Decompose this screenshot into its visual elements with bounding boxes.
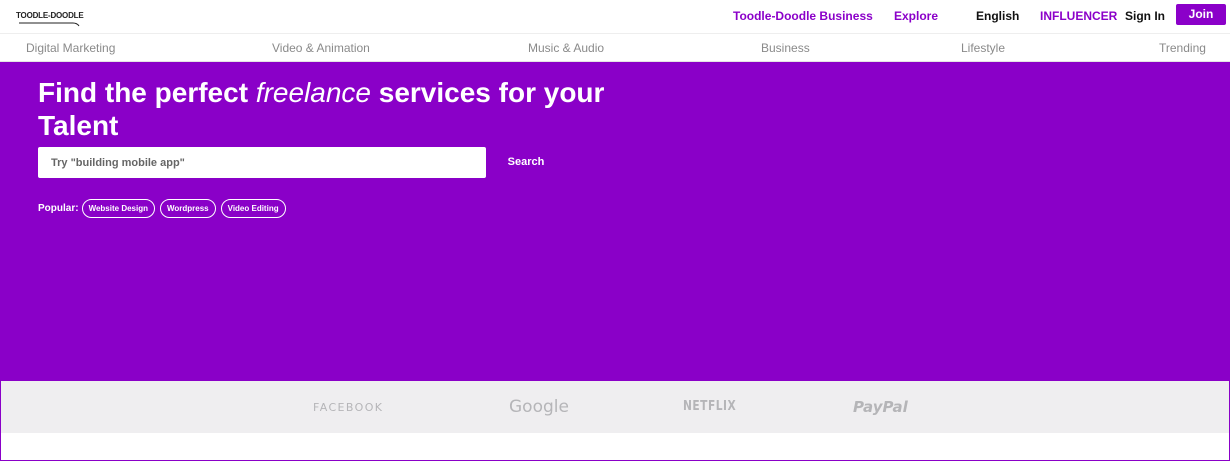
- google-logo: Google: [509, 397, 569, 417]
- popular-tag-video-editing[interactable]: Video Editing: [220, 199, 286, 218]
- hero-title-emphasis: freelance: [255, 77, 371, 108]
- popular-label: Popular:: [38, 203, 79, 214]
- facebook-logo: FACEBOOK: [313, 401, 384, 414]
- popular-tag-wordpress[interactable]: Wordpress: [159, 199, 216, 218]
- hero-section: Find the perfect freelance services for …: [1, 62, 1229, 381]
- nav-language-link[interactable]: English: [976, 9, 1019, 23]
- nav-influencer-link[interactable]: INFLUENCER: [1040, 9, 1117, 23]
- logo-swoosh-icon: [19, 22, 80, 27]
- join-button[interactable]: Join: [1176, 4, 1226, 25]
- site-logo[interactable]: TOODLE-DOODLE: [16, 11, 84, 20]
- category-lifestyle[interactable]: Lifestyle: [961, 41, 1005, 55]
- nav-business-link[interactable]: Toodle-Doodle Business: [733, 9, 873, 23]
- paypal-logo: PayPal: [853, 398, 908, 416]
- category-trending[interactable]: Trending: [1159, 41, 1206, 55]
- trusted-by-band: FACEBOOK Google NETFLIX PayPal: [1, 381, 1229, 433]
- popular-tag-website-design[interactable]: Website Design: [81, 199, 155, 218]
- category-bar: Digital Marketing Video & Animation Musi…: [0, 34, 1230, 62]
- top-header: TOODLE-DOODLE Toodle-Doodle Business Exp…: [0, 0, 1230, 34]
- category-video-animation[interactable]: Video & Animation: [272, 41, 370, 55]
- nav-explore-link[interactable]: Explore: [894, 9, 938, 23]
- category-music-audio[interactable]: Music & Audio: [528, 41, 604, 55]
- nav-signin-link[interactable]: Sign In: [1125, 9, 1165, 23]
- search-button[interactable]: Search: [486, 147, 566, 178]
- category-digital-marketing[interactable]: Digital Marketing: [26, 41, 115, 55]
- popular-tags: Popular: Website Design Wordpress Video …: [38, 199, 291, 218]
- hero-title: Find the perfect freelance services for …: [38, 76, 638, 142]
- category-business[interactable]: Business: [761, 41, 810, 55]
- hero-title-start: Find the perfect: [38, 77, 249, 108]
- netflix-logo: NETFLIX: [683, 399, 737, 414]
- search-input[interactable]: [38, 147, 486, 178]
